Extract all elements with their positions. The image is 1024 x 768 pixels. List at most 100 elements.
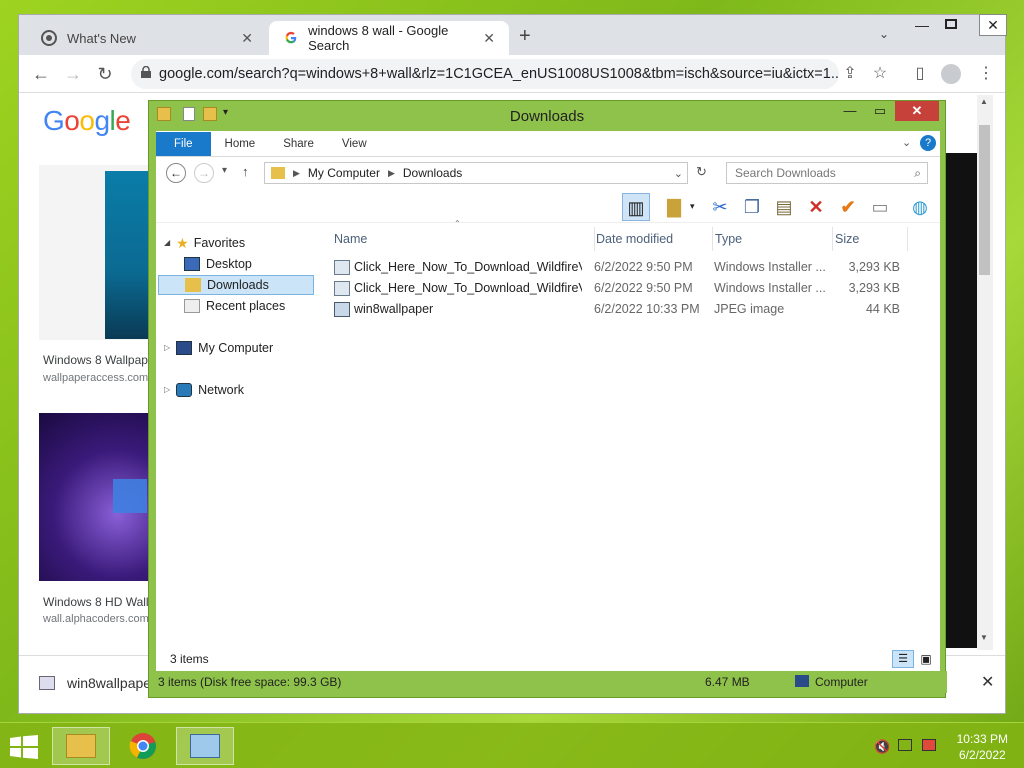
action-center-icon[interactable] xyxy=(922,739,936,751)
tab-google-search[interactable]: windows 8 wall - Google Search ✕ xyxy=(269,21,509,55)
paste-icon[interactable]: ▤ xyxy=(770,193,798,221)
copy-icon[interactable]: ❐ xyxy=(738,193,766,221)
window-title: Downloads xyxy=(509,107,585,125)
expand-chevron-icon[interactable]: ▷ xyxy=(164,380,170,400)
breadcrumb-downloads[interactable]: Downloads xyxy=(403,166,462,180)
windows-start-icon[interactable] xyxy=(10,735,38,759)
globe-icon[interactable]: ◍ xyxy=(906,193,934,221)
file-row[interactable]: Click_Here_Now_To_Download_WildfireV... … xyxy=(332,278,940,299)
maximize-icon[interactable]: ▭ xyxy=(865,101,895,121)
disk-free-text: 3 items (Disk free space: 99.3 GB) xyxy=(158,675,342,689)
breadcrumb-my-computer[interactable]: My Computer xyxy=(308,166,380,180)
expand-chevron-icon[interactable]: ▷ xyxy=(164,338,170,358)
minimize-icon[interactable]: — xyxy=(835,101,865,121)
result-source: wallpaperaccess.com xyxy=(43,372,149,384)
tab-close-icon[interactable]: ✕ xyxy=(241,30,253,47)
preview-pane-icon[interactable]: ▥ xyxy=(622,193,650,221)
nav-downloads[interactable]: Downloads xyxy=(158,275,314,295)
recent-locations-chevron-icon[interactable]: ▾ xyxy=(222,165,227,176)
file-size: 3,293 KB xyxy=(848,281,900,295)
nav-network[interactable]: ▷ Network xyxy=(164,380,244,400)
network-status-icon[interactable] xyxy=(898,739,912,751)
download-bar-close-icon[interactable]: ✕ xyxy=(981,672,994,692)
folder-options-chevron-icon[interactable]: ▾ xyxy=(690,201,695,212)
close-icon[interactable]: ✕ xyxy=(979,14,1007,36)
file-name: Click_Here_Now_To_Download_WildfireV... xyxy=(354,260,582,274)
tab-label: What's New xyxy=(67,30,136,46)
taskbar-control-panel[interactable] xyxy=(176,727,234,765)
nav-desktop[interactable]: Desktop xyxy=(184,254,252,274)
expand-chevron-icon[interactable]: ◢ xyxy=(164,233,170,253)
clock-date: 6/2/2022 xyxy=(958,748,1006,762)
tab-search-chevron-icon[interactable]: ⌄ xyxy=(879,27,889,41)
rename-icon[interactable]: ▭ xyxy=(866,193,894,221)
tab-strip: What's New ✕ windows 8 wall - Google Sea… xyxy=(19,14,1007,55)
tab-view[interactable]: View xyxy=(328,132,381,156)
tab-home[interactable]: Home xyxy=(211,132,270,156)
refresh-icon[interactable]: ↻ xyxy=(696,164,707,180)
tab-close-icon[interactable]: ✕ xyxy=(483,30,495,47)
close-icon[interactable]: ✕ xyxy=(895,101,939,121)
address-box[interactable]: ▶ My Computer ▶ Downloads ⌄ xyxy=(264,162,688,184)
ribbon-tabs: File Home Share View ⌄ ? xyxy=(156,131,940,157)
new-tab-button[interactable]: + xyxy=(519,25,531,48)
address-bar[interactable]: google.com/search?q=windows+8+wall&rlz=1… xyxy=(131,59,839,89)
taskbar-chrome[interactable] xyxy=(114,727,172,765)
image-file-icon xyxy=(39,676,55,690)
up-icon[interactable]: ↑ xyxy=(242,164,249,179)
search-input[interactable]: Search Downloads ⌕ xyxy=(726,162,928,184)
volume-muted-icon[interactable]: 🔇 xyxy=(874,739,890,755)
nav-label: Network xyxy=(198,383,244,397)
explorer-titlebar[interactable]: ▾ Downloads — ▭ ✕ xyxy=(149,101,945,131)
large-icons-view-icon[interactable]: ▣ xyxy=(918,651,934,667)
download-item-name[interactable]: win8wallpaper xyxy=(67,675,156,691)
delete-icon[interactable]: ✕ xyxy=(802,193,830,221)
profile-avatar[interactable] xyxy=(941,64,961,84)
folder-icon xyxy=(271,167,285,179)
search-icon: ⌕ xyxy=(914,165,921,180)
taskbar-file-explorer[interactable] xyxy=(52,727,110,765)
minimize-icon[interactable]: — xyxy=(915,17,929,33)
result-image[interactable] xyxy=(39,413,151,581)
network-icon xyxy=(176,383,193,397)
page-scrollbar[interactable]: ▲ ▼ xyxy=(977,95,993,650)
result-image[interactable] xyxy=(105,171,151,339)
side-panel-icon[interactable]: ▯ xyxy=(909,63,931,85)
file-row[interactable]: win8wallpaper 6/2/2022 10:33 PM JPEG ima… xyxy=(332,299,940,320)
file-row[interactable]: Click_Here_Now_To_Download_WildfireV... … xyxy=(332,257,940,278)
maximize-icon[interactable] xyxy=(945,19,957,29)
menu-icon[interactable]: ⋮ xyxy=(975,63,997,85)
nav-label: Recent places xyxy=(206,299,286,313)
cut-icon[interactable]: ✂ xyxy=(706,193,734,221)
file-name: win8wallpaper xyxy=(354,302,434,316)
file-type: Windows Installer ... xyxy=(714,281,826,295)
tab-share[interactable]: Share xyxy=(269,132,328,156)
share-icon[interactable]: ⇪ xyxy=(839,63,861,85)
column-header-date[interactable]: Date modified xyxy=(594,227,706,251)
back-icon[interactable]: ← xyxy=(29,63,53,87)
details-view-icon[interactable]: ☰ xyxy=(892,650,914,668)
result-title[interactable]: Windows 8 Wallpap xyxy=(43,353,148,367)
nav-recent-places[interactable]: Recent places xyxy=(184,296,285,316)
nav-favorites[interactable]: ◢ ★ Favorites xyxy=(164,233,245,253)
system-clock[interactable]: 10:33 PM 6/2/2022 xyxy=(957,731,1008,763)
column-header-size[interactable]: Size xyxy=(832,227,908,251)
forward-icon[interactable]: → xyxy=(194,163,214,183)
column-header-name[interactable]: Name xyxy=(334,227,584,251)
bookmark-star-icon[interactable]: ☆ xyxy=(869,63,891,85)
folder-options-icon[interactable]: ▇ xyxy=(660,193,688,221)
column-header-type[interactable]: Type xyxy=(712,227,828,251)
ribbon-expand-chevron-icon[interactable]: ⌄ xyxy=(902,136,911,149)
google-logo[interactable]: Google xyxy=(43,105,131,137)
tab-whats-new[interactable]: What's New ✕ xyxy=(27,21,267,55)
help-icon[interactable]: ? xyxy=(920,135,936,151)
checkmark-icon[interactable]: ✔ xyxy=(834,193,862,221)
nav-my-computer[interactable]: ▷ My Computer xyxy=(164,338,273,358)
back-icon[interactable]: ← xyxy=(166,163,186,183)
forward-icon[interactable]: → xyxy=(61,63,85,87)
reload-icon[interactable]: ↻ xyxy=(93,63,117,87)
scrollbar-thumb[interactable] xyxy=(979,125,990,275)
result-title[interactable]: Windows 8 HD Wall xyxy=(43,595,149,609)
address-history-chevron-icon[interactable]: ⌄ xyxy=(674,167,683,180)
tab-file[interactable]: File xyxy=(156,132,211,156)
